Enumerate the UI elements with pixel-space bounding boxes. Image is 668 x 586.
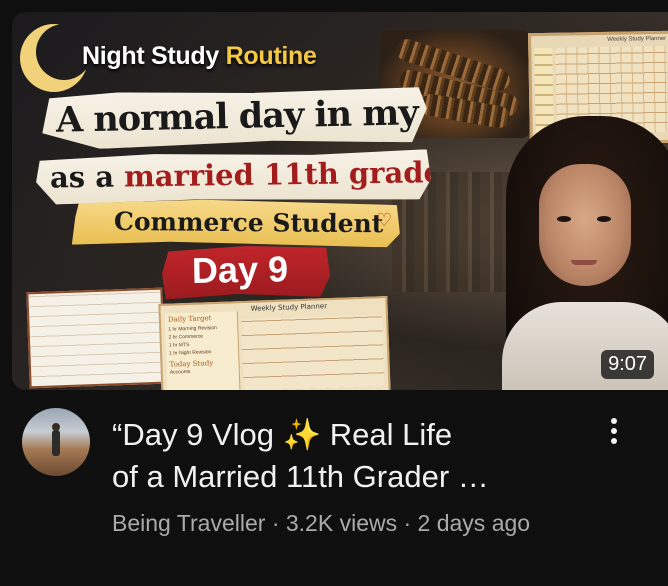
upload-age: 2 days ago — [417, 510, 531, 536]
video-title-line2: of a Married 11th Grader … — [112, 459, 489, 494]
weekly-planner-bottom: Weekly Study Planner Daily Target 1 hr M… — [158, 296, 391, 390]
planner-bottom-title: Weekly Study Planner — [250, 302, 328, 313]
heart-icon: ♡ — [376, 210, 393, 230]
video-thumbnail[interactable]: Weekly Study Planner Weekly Study Planne… — [12, 12, 668, 390]
view-count: 3.2K views — [285, 510, 398, 536]
video-metadata: Being Traveller · 3.2K views · 2 days ag… — [112, 506, 582, 541]
video-title[interactable]: “Day 9 Vlog ✨ Real Life of a Married 11t… — [112, 414, 582, 498]
channel-avatar[interactable] — [22, 408, 90, 476]
thumbnail-day-banner: Day 9 — [162, 245, 331, 300]
channel-name[interactable]: Being Traveller — [112, 510, 265, 536]
thumbnail-line2: as a married 11th grader — [49, 154, 458, 195]
daily-target-card: Daily Target 1 hr Morning Revision 2 hr … — [164, 311, 241, 390]
planner-grid — [240, 314, 385, 390]
thumbnail-headline: Night Study Routine — [82, 42, 317, 70]
thumbnail-line1-banner: A normal day in my life — [41, 86, 427, 150]
thumbnail-line2-banner: as a married 11th grader — [36, 149, 432, 205]
thumbnail-line3-banner: Commerce Student — [72, 199, 400, 248]
thumbnail-day-label: Day 9 — [191, 248, 289, 291]
meta-separator: · — [403, 510, 412, 536]
person-face — [539, 164, 631, 286]
video-duration-badge: 9:07 — [601, 350, 654, 379]
notebook-image — [26, 287, 166, 389]
meta-separator: · — [271, 510, 280, 536]
kebab-more-icon[interactable] — [604, 418, 624, 452]
video-title-line1: “Day 9 Vlog ✨ Real Life — [112, 417, 453, 452]
thumbnail-line3: Commerce Student — [113, 206, 384, 239]
planner-top-title: Weekly Study Planner — [607, 35, 667, 43]
